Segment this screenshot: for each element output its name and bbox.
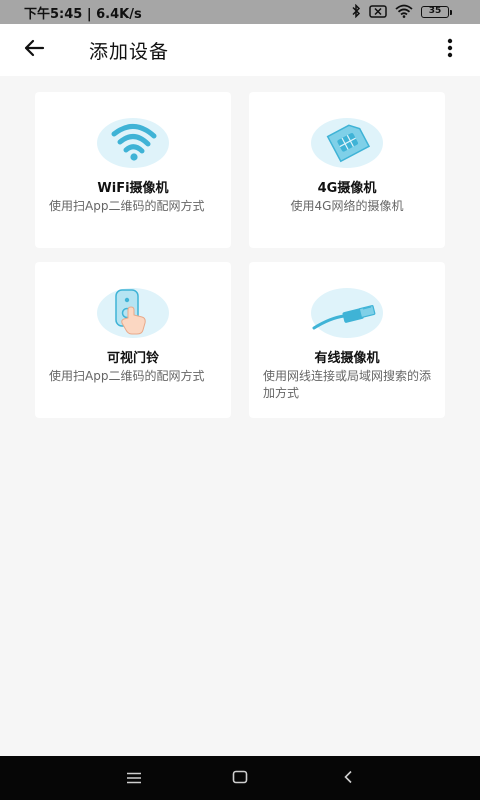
device-title: 可视门铃 (106, 351, 159, 366)
back-button[interactable] (20, 36, 48, 64)
sim-card-illustration (310, 114, 384, 168)
arrow-left-icon (22, 36, 46, 64)
device-card-4g-camera[interactable]: 4G摄像机 使用4G网络的摄像机 (249, 92, 445, 248)
sim-disabled-icon (369, 3, 387, 22)
doorbell-illustration (96, 284, 170, 338)
app-bar: 添加设备 (0, 24, 480, 76)
device-title: 有线摄像机 (314, 351, 380, 366)
device-card-wifi-camera[interactable]: WiFi摄像机 使用扫App二维码的配网方式 (35, 92, 231, 248)
cable-illustration (310, 284, 384, 338)
more-options-button[interactable] (436, 36, 464, 64)
back-icon (343, 769, 353, 788)
status-time-speed: 下午5:45 | 6.4K/s (24, 6, 142, 22)
bluetooth-icon (351, 3, 361, 22)
wifi-camera-illustration (96, 114, 170, 168)
device-title: 4G摄像机 (317, 181, 377, 196)
page-title: 添加设备 (89, 41, 170, 63)
menu-icon (126, 769, 142, 788)
home-icon (232, 769, 248, 788)
device-description: 使用扫App二维码的配网方式 (49, 369, 205, 383)
status-icons: 35 (351, 3, 452, 22)
system-back-button[interactable] (338, 768, 358, 788)
battery-icon: 35 (421, 6, 452, 18)
device-description: 使用4G网络的摄像机 (290, 199, 404, 213)
device-card-wired-camera[interactable]: 有线摄像机 使用网线连接或局域网搜索的添加方式 (249, 262, 445, 418)
wifi-icon (395, 3, 413, 22)
status-bar: 下午5:45 | 6.4K/s 35 (0, 0, 480, 24)
system-nav-bar (0, 756, 480, 800)
device-card-doorbell[interactable]: 可视门铃 使用扫App二维码的配网方式 (35, 262, 231, 418)
device-title: WiFi摄像机 (97, 181, 169, 196)
home-button[interactable] (230, 768, 250, 788)
menu-button[interactable] (124, 768, 144, 788)
battery-level: 35 (421, 6, 449, 18)
device-description: 使用网线连接或局域网搜索的添加方式 (263, 369, 432, 400)
device-description: 使用扫App二维码的配网方式 (49, 199, 205, 213)
more-vertical-icon (447, 38, 453, 62)
